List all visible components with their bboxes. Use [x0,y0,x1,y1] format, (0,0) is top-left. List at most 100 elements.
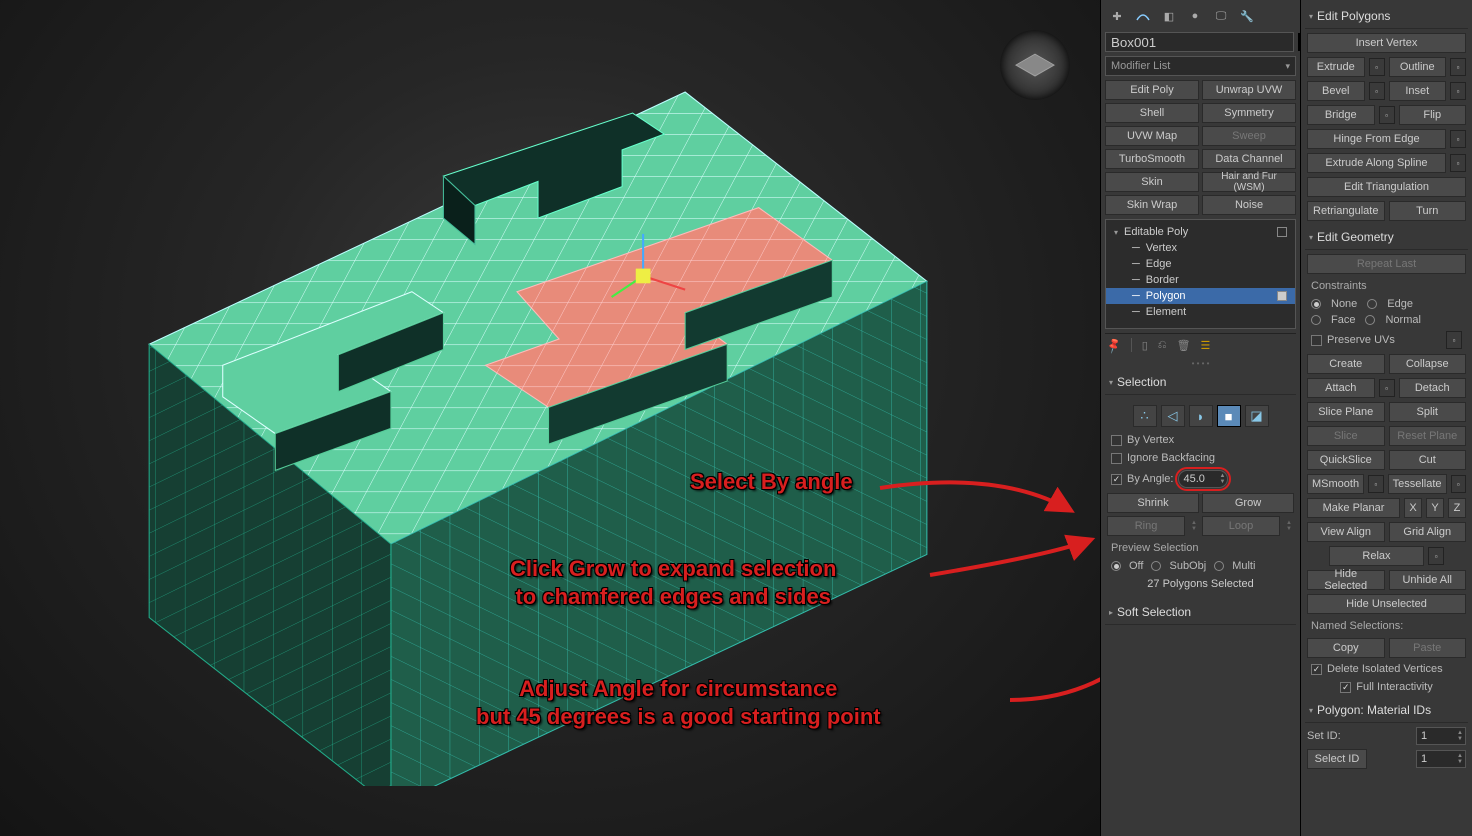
grid-align-button[interactable]: Grid Align [1389,522,1467,542]
angle-input[interactable] [1179,473,1217,485]
create-tab-icon[interactable]: ✚ [1107,6,1127,26]
shrink-button[interactable]: Shrink [1107,493,1199,513]
mod-btn-datachannel[interactable]: Data Channel [1202,149,1296,169]
reset-plane-button[interactable]: Reset Plane [1389,426,1467,446]
mod-btn-noise[interactable]: Noise [1202,195,1296,215]
preview-off-radio[interactable] [1111,561,1121,571]
motion-tab-icon[interactable]: ● [1185,6,1205,26]
rollout-selection-header[interactable]: Selection [1105,370,1296,395]
cut-button[interactable]: Cut [1389,450,1467,470]
msmooth-button[interactable]: MSmooth [1307,474,1364,494]
object-name-input[interactable] [1105,32,1294,52]
paste-named-sel-button[interactable]: Paste [1389,638,1467,658]
mod-btn-shell[interactable]: Shell [1105,103,1199,123]
modify-tab-icon[interactable] [1133,6,1153,26]
retriangulate-button[interactable]: Retriangulate [1307,201,1385,221]
stack-polygon[interactable]: ─Polygon [1106,288,1295,304]
extrude-spline-settings-icon[interactable]: ▫ [1450,154,1466,172]
mod-btn-editpoly[interactable]: Edit Poly [1105,80,1199,100]
hinge-settings-icon[interactable]: ▫ [1450,130,1466,148]
show-end-result-icon[interactable]: ▯ [1142,339,1148,352]
display-tab-icon[interactable]: 🖵 [1211,6,1231,26]
subobj-vertex-icon[interactable]: ∴ [1133,405,1157,427]
stack-element[interactable]: ─Element [1106,304,1295,320]
flip-button[interactable]: Flip [1399,105,1467,125]
ring-button[interactable]: Ring [1107,516,1185,536]
rollout-edit-polygons-header[interactable]: Edit Polygons [1305,4,1468,29]
edit-triangulation-button[interactable]: Edit Triangulation [1307,177,1466,197]
utilities-tab-icon[interactable]: 🔧 [1237,6,1257,26]
preview-subobj-radio[interactable] [1151,561,1161,571]
insert-vertex-button[interactable]: Insert Vertex [1307,33,1466,53]
mod-btn-hairfur[interactable]: Hair and Fur (WSM) [1202,172,1296,192]
mod-btn-skinwrap[interactable]: Skin Wrap [1105,195,1199,215]
outline-settings-icon[interactable]: ▫ [1450,58,1466,76]
remove-modifier-icon[interactable]: 🗑 [1177,339,1191,352]
rollout-material-ids-header[interactable]: Polygon: Material IDs [1305,698,1468,723]
relax-button[interactable]: Relax [1329,546,1424,566]
grow-button[interactable]: Grow [1202,493,1294,513]
stack-edge[interactable]: ─Edge [1106,256,1295,272]
stack-vertex[interactable]: ─Vertex [1106,240,1295,256]
extrude-button[interactable]: Extrude [1307,57,1365,77]
make-planar-button[interactable]: Make Planar [1307,498,1400,518]
viewcube[interactable] [1000,30,1070,100]
quickslice-button[interactable]: QuickSlice [1307,450,1385,470]
planar-x-button[interactable]: X [1404,498,1422,518]
full-interactivity-checkbox[interactable] [1340,682,1351,693]
hide-unselected-button[interactable]: Hide Unselected [1307,594,1466,614]
by-vertex-checkbox[interactable] [1111,435,1122,446]
tessellate-settings-icon[interactable]: ▫ [1451,475,1467,493]
preserve-uvs-settings-icon[interactable]: ▫ [1446,331,1462,349]
configure-sets-icon[interactable]: ☰ [1201,339,1211,352]
make-unique-icon[interactable]: ⎌ [1158,339,1167,352]
slice-button[interactable]: Slice [1307,426,1385,446]
mod-btn-skin[interactable]: Skin [1105,172,1199,192]
hide-selected-button[interactable]: Hide Selected [1307,570,1385,590]
modifier-list-dropdown[interactable]: Modifier List [1105,56,1296,76]
subobj-polygon-icon[interactable]: ■ [1217,405,1241,427]
attach-button[interactable]: Attach [1307,378,1375,398]
stack-root[interactable]: ▾Editable Poly [1106,224,1295,240]
constraint-none-radio[interactable] [1311,299,1321,309]
preview-multi-radio[interactable] [1214,561,1224,571]
rollout-soft-selection-header[interactable]: Soft Selection [1105,600,1296,625]
planar-z-button[interactable]: Z [1448,498,1466,518]
subobj-border-icon[interactable]: ◗ [1189,405,1213,427]
copy-named-sel-button[interactable]: Copy [1307,638,1385,658]
split-button[interactable]: Split [1389,402,1467,422]
bridge-button[interactable]: Bridge [1307,105,1375,125]
ignore-backfacing-checkbox[interactable] [1111,453,1122,464]
msmooth-settings-icon[interactable]: ▫ [1368,475,1384,493]
select-id-button[interactable]: Select ID [1307,749,1367,769]
preserve-uvs-checkbox[interactable] [1311,335,1322,346]
rollout-edit-geometry-header[interactable]: Edit Geometry [1305,225,1468,250]
constraint-face-radio[interactable] [1311,315,1321,325]
loop-button[interactable]: Loop [1202,516,1280,536]
bridge-settings-icon[interactable]: ▫ [1379,106,1395,124]
tessellate-button[interactable]: Tessellate [1388,474,1447,494]
turn-button[interactable]: Turn [1389,201,1467,221]
create-button[interactable]: Create [1307,354,1385,374]
mod-btn-turbosmooth[interactable]: TurboSmooth [1105,149,1199,169]
set-id-input[interactable] [1417,730,1455,742]
angle-spinner[interactable]: ▲▼ [1178,470,1228,488]
planar-y-button[interactable]: Y [1426,498,1444,518]
constraint-normal-radio[interactable] [1365,315,1375,325]
stack-border[interactable]: ─Border [1106,272,1295,288]
subobj-element-icon[interactable]: ◪ [1245,405,1269,427]
mod-btn-sweep[interactable]: Sweep [1202,126,1296,146]
inset-button[interactable]: Inset [1389,81,1447,101]
select-id-spinner[interactable]: ▲▼ [1416,750,1466,768]
attach-settings-icon[interactable]: ▫ [1379,379,1395,397]
collapse-button[interactable]: Collapse [1389,354,1467,374]
select-id-input[interactable] [1417,753,1455,765]
slice-plane-button[interactable]: Slice Plane [1307,402,1385,422]
inset-settings-icon[interactable]: ▫ [1450,82,1466,100]
set-id-spinner[interactable]: ▲▼ [1416,727,1466,745]
hinge-button[interactable]: Hinge From Edge [1307,129,1446,149]
extrude-spline-button[interactable]: Extrude Along Spline [1307,153,1446,173]
relax-settings-icon[interactable]: ▫ [1428,547,1444,565]
view-align-button[interactable]: View Align [1307,522,1385,542]
by-angle-checkbox[interactable] [1111,474,1122,485]
